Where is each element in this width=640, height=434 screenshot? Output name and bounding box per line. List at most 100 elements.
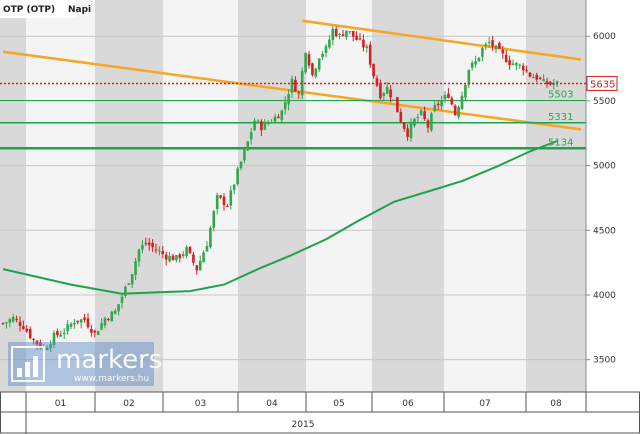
candle-body [464,84,467,98]
level-label: 5503 [548,90,573,101]
candle-body [15,318,18,320]
x-month-label: 08 [550,399,562,409]
candle-body [25,328,29,332]
candle-body [76,320,80,323]
candle-body [5,322,8,324]
candle-body [56,331,59,336]
candle-body [229,190,233,206]
candle-body [304,52,307,73]
candle-body [212,211,216,228]
candle-body [202,252,205,263]
candle-body [226,205,229,207]
candle-body [209,227,212,248]
x-month-label: 04 [266,399,278,409]
candle-body [290,78,294,93]
candle-body [317,58,321,70]
candle-body [392,99,396,101]
candle-body [263,122,267,130]
candle-body [287,94,290,105]
candle-body [120,296,124,303]
candle-body [508,60,511,66]
candle-body [532,77,535,79]
candle-body [93,330,97,333]
candle-body [521,65,525,71]
candle-body [389,89,392,98]
candle-body [175,255,178,261]
candle-body [426,120,430,128]
watermark-brand: markers [56,345,162,375]
candle-body [487,42,491,44]
candle-body [18,321,22,326]
candle-body [144,242,148,244]
candle-body [130,274,134,285]
candle-body [266,122,270,124]
candle-body [481,48,484,57]
candle-body [280,110,284,121]
x-month-label: 07 [479,399,490,409]
x-axis-background [0,392,640,434]
candle-body [470,62,474,68]
x-axis: 01 02 03 04 05 06 07 08 2015 [0,391,640,434]
candle-body [141,245,144,250]
candle-body [474,61,477,65]
candle-body [90,328,93,333]
candle-body [324,46,328,53]
y-tick-label: 6000 [593,32,616,42]
candle-body [185,247,188,256]
candle-body [113,310,117,314]
candle-body [147,242,151,246]
candle-body [423,111,426,119]
y-tick-label: 5000 [593,162,616,172]
candle-body [368,44,372,65]
watermark-logo-bar [33,356,38,377]
candle-body [59,334,63,337]
candle-body [447,93,450,98]
candle-body [222,196,226,206]
x-month-label: 03 [195,399,206,409]
watermark-logo-bar [25,362,30,377]
candle-body [164,254,168,260]
month-band [95,0,163,392]
candle-body [297,92,301,94]
candle-body [355,35,358,41]
candle-body [382,93,386,96]
candle-body [137,249,141,262]
candle-body [62,332,66,334]
y-tick-label: 4000 [593,291,616,301]
candle-body [345,30,348,38]
candle-body [83,317,86,320]
candle-body [555,81,559,83]
candle-body [351,30,355,37]
candle-body [406,128,409,137]
candle-body [158,250,161,252]
candle-body [178,254,182,259]
candle-body [331,28,335,41]
candle-body [430,113,433,131]
candle-body [32,338,35,340]
candle-body [277,116,280,119]
candle-body [433,104,437,112]
x-month-label: 02 [123,399,134,409]
y-axis: 3500 4000 4500 5000 5500 6000 [585,0,640,392]
x-month-label: 01 [55,399,66,409]
candle-body [460,95,464,109]
candle-body [188,246,192,254]
candle-body [11,317,15,322]
candle-body [311,63,314,75]
level-label: 5331 [548,112,573,123]
candle-body [69,323,73,327]
candle-body [79,319,83,323]
candle-body [219,195,222,198]
candle-body [1,323,5,325]
watermark-url: www.markers.hu [74,374,149,384]
candle-body [107,319,110,321]
candle-body [358,38,362,40]
x-year-label: 2015 [292,420,315,430]
candle-body [328,39,331,48]
candle-body [195,265,199,271]
candle-body [457,106,460,117]
candle-body [535,74,539,80]
candle-body [450,98,454,105]
candle-body [117,304,120,312]
candle-body [498,42,501,49]
